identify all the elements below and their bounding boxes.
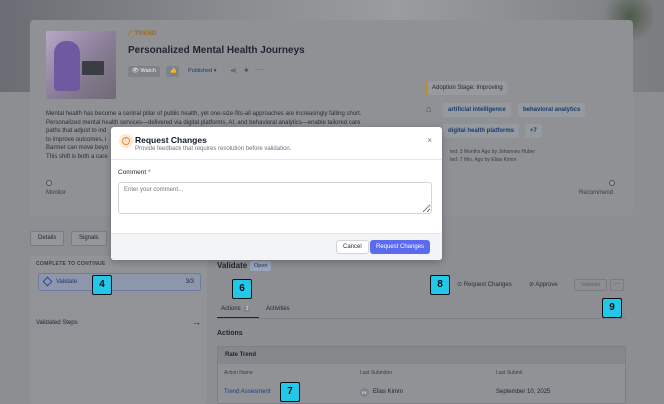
watch-button[interactable]: 👁 Watch (128, 66, 160, 77)
tab-divider (217, 318, 626, 319)
status-label: Published (188, 68, 213, 74)
modal-title: Request Changes (135, 135, 207, 145)
annotation-marker: 4 (92, 275, 112, 295)
created-meta: ted: 3 Months Ago by Johannes Huber (450, 149, 536, 155)
timeline-start-dot[interactable] (46, 180, 52, 186)
cancel-button[interactable]: Cancel (336, 240, 369, 254)
modal-footer: Cancel Request Changes (111, 233, 442, 260)
validate-step-item[interactable]: Validate 3/3 (38, 273, 201, 291)
page-title: Personalized Mental Health Journeys (128, 45, 305, 56)
tab-actions[interactable]: Actions 3 (221, 306, 251, 312)
tab-signals[interactable]: Signals (71, 231, 107, 246)
tab-actions-label: Actions (221, 306, 241, 312)
timeline-end-label: Recommend (579, 190, 614, 196)
description-line: Personalized mental health services—deli… (46, 119, 361, 126)
request-changes-icon: ⊙ (457, 282, 463, 288)
approve-button[interactable]: ⊘ Approve (529, 281, 558, 288)
updated-meta: ted: 7 Min. Ago by Elias Kimm (450, 157, 517, 163)
table-group-header: Rate Trend (218, 347, 625, 364)
thumbnail-laptop (82, 61, 104, 75)
approve-label: Approve (535, 282, 558, 288)
trend-type-text: TREND (134, 31, 157, 37)
modal-subtitle: Provide feedback that requires resolutio… (135, 146, 292, 152)
annotation-marker: 9 (602, 298, 622, 318)
timeline-end-dot[interactable] (609, 180, 615, 186)
validated-steps-label: Validated Steps (36, 320, 78, 326)
request-changes-modal: ! Request Changes Provide feedback that … (111, 127, 442, 260)
more-options-icon[interactable]: ··· (256, 65, 264, 74)
submit-date: September 10, 2025 (496, 389, 551, 395)
trend-type-label: ⟋ TREND (128, 31, 157, 37)
comment-label-text: Comment (118, 169, 147, 176)
actions-section-title: Actions (217, 330, 243, 337)
trend-thumbnail (46, 31, 116, 99)
ai-sparkle-icon[interactable]: ✦ (243, 66, 250, 75)
required-mark: * (148, 169, 151, 176)
column-header: Last Submit (496, 370, 523, 376)
arrow-right-icon[interactable]: → (192, 317, 201, 327)
share-icon[interactable]: ⋖ (230, 66, 237, 75)
diamond-icon (42, 276, 53, 287)
like-button[interactable]: 👍 (166, 66, 179, 77)
tag-icon: ⌂ (426, 104, 432, 114)
warning-icon: ! (119, 134, 133, 148)
status-badge: Open (250, 261, 272, 271)
status-dropdown[interactable]: Published ▾ (184, 66, 221, 77)
comment-label: Comment * (118, 169, 151, 176)
tab-activities[interactable]: Activities (266, 306, 290, 312)
request-changes-button[interactable]: ⊙ Request Changes (457, 281, 512, 288)
description-line: Mental health has become a central pilla… (46, 111, 362, 117)
timeline-start-label: Monitor (46, 190, 67, 196)
tag-chip[interactable]: behavioral analytics (518, 103, 586, 117)
submit-request-changes-button[interactable]: Request Changes (370, 240, 431, 254)
left-panel-title: COMPLETE TO CONTINUE (36, 261, 106, 267)
avatar: EK (360, 388, 369, 397)
annotation-marker: 8 (430, 275, 450, 295)
thumbnail-person (54, 41, 80, 91)
tag-chip[interactable]: artificial intelligence (443, 103, 511, 117)
watch-label: Watch (140, 68, 156, 74)
modal-header: ! Request Changes Provide feedback that … (111, 127, 442, 160)
approve-icon: ⊘ (529, 282, 535, 288)
close-icon[interactable]: × (427, 136, 432, 145)
request-changes-label: Request Changes (463, 282, 512, 288)
table-group-title: Rate Trend (225, 352, 257, 358)
tab-count-badge: 3 (243, 306, 251, 312)
tag-chip[interactable]: digital health platforms (443, 124, 520, 138)
submitter-name: Elias Kimm (373, 389, 404, 395)
column-header: Action Name (224, 370, 253, 376)
active-tab-indicator (217, 317, 259, 318)
annotation-marker: 7 (280, 382, 300, 402)
validate-step-label: Validate (56, 279, 78, 285)
more-actions-button[interactable]: ··· (610, 279, 624, 291)
validate-step-count: 3/3 (185, 279, 194, 285)
comment-textarea[interactable] (118, 182, 432, 214)
tab-details[interactable]: Details (30, 231, 65, 246)
adoption-stage-badge: Adoption Stage: Improving (426, 81, 507, 95)
section-heading: Validate (217, 261, 248, 270)
column-header: Last Submitter (360, 370, 393, 376)
annotation-marker: 6 (232, 279, 252, 299)
actions-table: Rate Trend (217, 346, 626, 404)
validate-button[interactable]: Validate (574, 279, 608, 291)
tags-more-chip[interactable]: +7 (525, 124, 542, 138)
action-name-link[interactable]: Trend Assesment (224, 389, 270, 395)
